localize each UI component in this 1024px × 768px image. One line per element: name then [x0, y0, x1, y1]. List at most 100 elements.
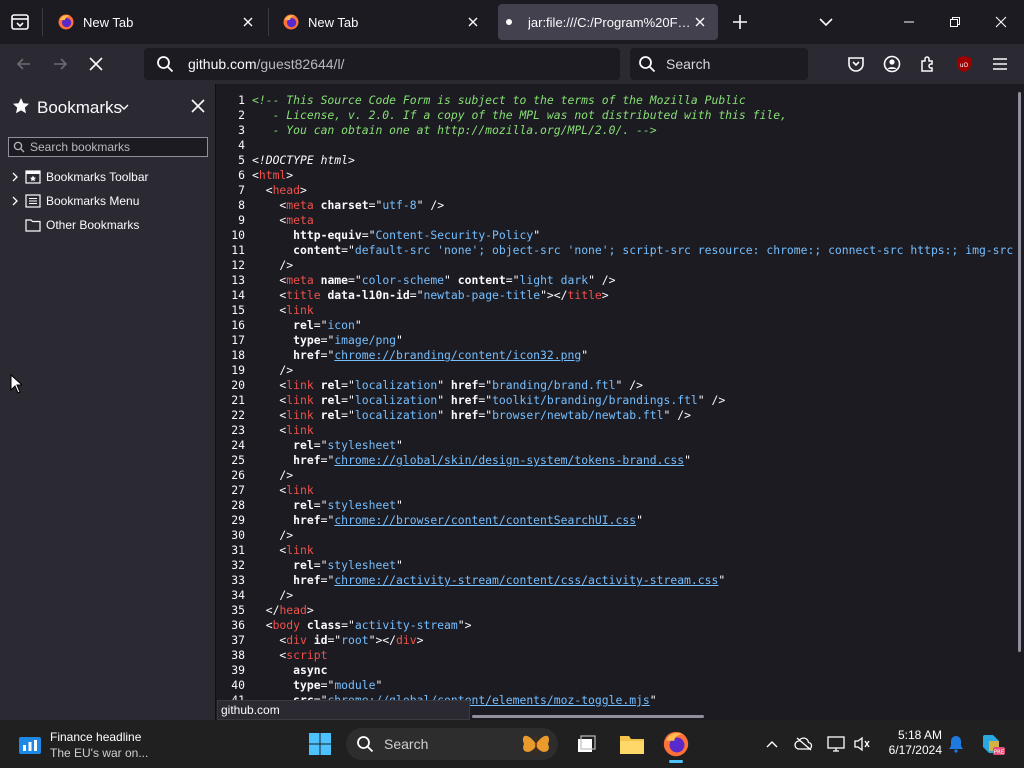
source-line: 23 <link	[217, 423, 313, 438]
bookmark-folder-menu[interactable]: Bookmarks Menu	[0, 190, 216, 212]
sidebar-title[interactable]: Bookmarks	[37, 98, 122, 118]
bookmarks-search-input[interactable]	[25, 140, 207, 154]
source-line: 5 <!DOCTYPE html>	[217, 153, 355, 168]
account-button[interactable]	[880, 52, 904, 76]
source-token: localization	[354, 378, 438, 392]
pocket-button[interactable]	[844, 52, 868, 76]
source-link[interactable]: chrome://global/skin/design-system/token…	[334, 453, 684, 467]
taskbar-search[interactable]: Search	[346, 728, 558, 760]
stop-icon	[89, 57, 103, 71]
source-token: "	[444, 273, 458, 287]
list-tabs-button[interactable]	[814, 10, 838, 34]
volume-tray-icon[interactable]	[850, 732, 874, 756]
taskbar-app-firefox[interactable]	[660, 728, 692, 763]
bell-icon	[949, 736, 963, 753]
source-view[interactable]: 1 <!-- This Source Code Form is subject t…	[217, 84, 1024, 720]
list-all-tabs-icon[interactable]	[8, 10, 32, 34]
source-token: title	[567, 288, 602, 302]
source-token: charset	[320, 198, 369, 212]
bookmark-folder-label: Bookmarks Toolbar	[46, 170, 149, 184]
widgets-button[interactable]: Finance headline The EU's war on...	[18, 730, 178, 762]
tab-new-tab-1[interactable]: New Tab	[44, 4, 266, 40]
source-line: 26 />	[217, 468, 293, 483]
show-hidden-icons-button[interactable]	[760, 732, 784, 756]
close-tab-icon[interactable]	[692, 14, 708, 30]
source-token: <	[252, 303, 287, 317]
forward-button[interactable]	[48, 52, 72, 76]
source-token: ="	[320, 573, 335, 587]
vertical-scrollbar[interactable]	[1018, 92, 1021, 652]
app-menu-button[interactable]	[988, 52, 1012, 76]
source-token: <	[252, 618, 273, 632]
chevron-right-icon[interactable]	[10, 172, 20, 182]
onedrive-tray-icon[interactable]	[792, 732, 816, 756]
stop-button[interactable]	[84, 52, 108, 76]
source-line: 12 />	[217, 258, 293, 273]
close-tab-icon[interactable]	[465, 14, 481, 30]
source-token	[314, 198, 321, 212]
start-button[interactable]	[308, 732, 332, 756]
url-text[interactable]: github.com/guest82644/l/	[188, 56, 344, 72]
horizontal-scrollbar[interactable]	[472, 715, 704, 718]
source-token: ="	[313, 558, 328, 572]
taskbar-clock[interactable]: 5:18 AM 6/17/2024	[876, 728, 942, 760]
copilot-button[interactable]: PRE	[978, 730, 1006, 758]
search-bar[interactable]: Search	[630, 48, 808, 80]
extensions-button[interactable]	[916, 52, 940, 76]
windows-logo-icon	[309, 733, 331, 755]
notifications-button[interactable]	[944, 732, 968, 756]
source-line: 1 <!-- This Source Code Form is subject t…	[217, 93, 746, 108]
tab-source-view[interactable]: jar:file:///C:/Program%20Files/M	[498, 4, 718, 40]
taskbar-app-task-view[interactable]	[570, 728, 602, 760]
url-path: /guest82644/l/	[256, 56, 345, 72]
back-button[interactable]	[12, 52, 36, 76]
source-line: 22 <link rel="localization" href="browse…	[217, 408, 691, 423]
ublock-origin-button[interactable]: uO	[952, 52, 976, 76]
taskbar-app-file-explorer[interactable]	[616, 728, 648, 760]
ublock-origin-icon: uO	[957, 56, 971, 72]
source-line: 13 <meta name="color-scheme" content="li…	[217, 273, 615, 288]
url-bar[interactable]: github.com/guest82644/l/	[144, 48, 620, 80]
minimize-button[interactable]	[895, 8, 923, 36]
new-tab-button[interactable]	[728, 10, 752, 34]
source-token	[252, 243, 293, 257]
bookmark-folder-toolbar[interactable]: Bookmarks Toolbar	[0, 166, 216, 188]
source-token	[314, 408, 321, 422]
source-token: "	[375, 678, 383, 692]
tab-new-tab-2[interactable]: New Tab	[269, 4, 491, 40]
loading-dot-icon	[506, 19, 512, 25]
source-token	[252, 678, 293, 692]
source-link[interactable]: chrome://activity-stream/content/css/act…	[334, 573, 718, 587]
source-token: "></	[368, 633, 397, 647]
close-tab-icon[interactable]	[240, 14, 256, 30]
source-line: 37 <div id="root"></div>	[217, 633, 423, 648]
source-token: ="	[361, 228, 376, 242]
line-number: 9	[238, 213, 245, 227]
bookmarks-search-field[interactable]	[8, 137, 208, 157]
line-number: 21	[231, 393, 245, 407]
line-number: 28	[231, 498, 245, 512]
source-token: <	[252, 183, 273, 197]
source-token: async	[293, 663, 328, 677]
close-window-button[interactable]	[987, 8, 1015, 36]
chevron-right-icon[interactable]	[10, 196, 20, 206]
mouse-pointer-icon	[10, 374, 22, 394]
source-token	[252, 558, 293, 572]
source-token: default-src 'none'; object-src 'none'; s…	[354, 243, 1014, 257]
source-token: >	[286, 168, 294, 182]
tab-title: New Tab	[308, 14, 359, 30]
bookmark-folder-other[interactable]: Other Bookmarks	[0, 214, 216, 236]
source-link[interactable]: chrome://browser/content/contentSearchUI…	[334, 513, 636, 527]
search-icon	[157, 56, 174, 73]
star-icon	[13, 98, 29, 114]
line-number: 38	[231, 648, 245, 662]
network-tray-icon[interactable]	[824, 732, 848, 756]
source-token: meta	[286, 198, 314, 212]
maximize-button[interactable]	[941, 8, 969, 36]
source-token: "	[396, 498, 403, 512]
source-token: "	[354, 318, 362, 332]
chevron-down-icon[interactable]	[119, 102, 129, 112]
source-link[interactable]: chrome://branding/content/icon32.png	[334, 348, 581, 362]
close-sidebar-icon[interactable]	[190, 98, 206, 114]
source-token: rel	[293, 558, 314, 572]
